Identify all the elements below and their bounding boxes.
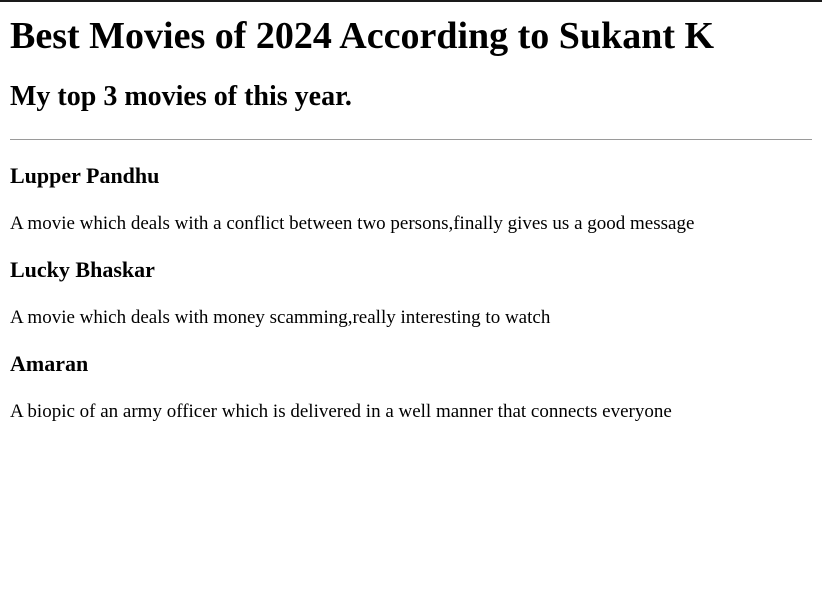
movie-description: A biopic of an army officer which is del…: [10, 401, 672, 422]
page-title: Best Movies of 2024 According to Sukant …: [10, 15, 715, 57]
movie-entry-1: Lupper Pandhu A movie which deals with a…: [10, 163, 812, 236]
page-subtitle: My top 3 movies of this year.: [10, 81, 352, 112]
page-content: Best Movies of 2024 According to Sukant …: [0, 2, 822, 424]
movie-title: Amaran: [10, 351, 89, 376]
divider: [10, 139, 812, 140]
movie-entry-3: Amaran A biopic of an army officer which…: [10, 351, 812, 424]
movie-entry-2: Lucky Bhaskar A movie which deals with m…: [10, 257, 812, 330]
movie-title: Lucky Bhaskar: [10, 257, 155, 282]
movie-description: A movie which deals with a conflict betw…: [10, 213, 695, 234]
movie-title: Lupper Pandhu: [10, 163, 160, 188]
movie-description: A movie which deals with money scamming,…: [10, 307, 551, 328]
